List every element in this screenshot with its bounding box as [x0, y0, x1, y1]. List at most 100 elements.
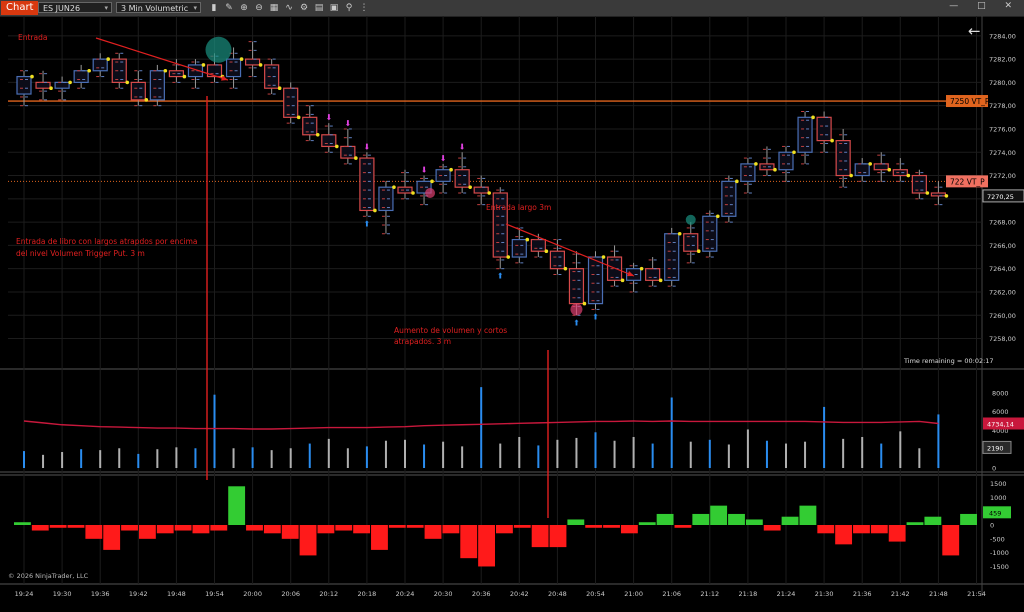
- delta-bar: [853, 525, 870, 534]
- x-tick-label: 20:48: [548, 590, 567, 598]
- poc-marker: [201, 63, 206, 67]
- x-tick-label: 20:30: [434, 590, 453, 598]
- poc-marker: [106, 57, 110, 61]
- chevron-down-icon: ▾: [193, 4, 197, 12]
- instrument-label: ES JUN26: [43, 4, 81, 13]
- interval-selector[interactable]: 3 Min Volumetric ▾: [116, 2, 201, 13]
- delta-bar: [192, 525, 210, 534]
- zoom-out-icon[interactable]: ⊖: [253, 2, 265, 14]
- poc-marker: [487, 191, 492, 195]
- more-icon[interactable]: ⋮: [358, 2, 370, 14]
- imbalance-down-marker: ⬇: [440, 154, 447, 163]
- candle-body: [549, 250, 566, 270]
- candle-body: [283, 87, 299, 118]
- volume-tick-label: 8000: [992, 389, 1009, 397]
- poc-marker: [639, 266, 644, 271]
- indicators-icon[interactable]: ∿: [283, 2, 295, 14]
- x-tick-label: 19:42: [129, 590, 148, 598]
- chart-toolbar: Chart ES JUN26 ▾ 3 Min Volumetric ▾ ▮ ✎ …: [0, 0, 1024, 17]
- candle-body: [435, 169, 451, 182]
- vt-lower-label: 722 VT_P: [950, 177, 985, 186]
- back-arrow-icon[interactable]: ←: [968, 22, 981, 40]
- delta-bar: [531, 525, 549, 548]
- y-tick-label: 7272,00: [989, 172, 1016, 180]
- y-tick-label: 7282,00: [989, 56, 1016, 64]
- chart-tab[interactable]: Chart: [1, 1, 39, 15]
- poc-marker: [373, 208, 377, 213]
- delta-bar: [674, 525, 692, 528]
- poc-marker: [49, 86, 53, 91]
- imbalance-up-marker: ⬆: [364, 219, 371, 228]
- volume-tick-label: 6000: [992, 408, 1009, 416]
- delta-bar: [442, 525, 460, 534]
- y-tick-label: 7258,00: [989, 335, 1016, 343]
- imbalance-up-marker: ⬆: [497, 272, 504, 281]
- poc-marker: [182, 74, 187, 79]
- poc-marker: [677, 231, 682, 236]
- poc-marker: [773, 167, 777, 172]
- x-tick-label: 21:48: [929, 590, 948, 598]
- delta-bar: [121, 525, 138, 531]
- poc-marker: [335, 144, 339, 149]
- delta-bar: [603, 525, 620, 528]
- candle-body: [683, 233, 699, 252]
- instrument-selector[interactable]: ES JUN26 ▾: [38, 2, 112, 13]
- poc-marker: [315, 132, 320, 137]
- delta-bar: [31, 525, 49, 531]
- draw-icon[interactable]: ✎: [223, 2, 235, 14]
- x-tick-label: 20:54: [586, 590, 605, 598]
- delta-bar: [478, 525, 495, 567]
- delta-bar: [513, 525, 531, 528]
- candle-body: [92, 58, 108, 72]
- x-tick-label: 20:42: [510, 590, 529, 598]
- candle-body: [759, 163, 775, 171]
- delta-bar: [371, 525, 388, 550]
- properties-icon[interactable]: ▦: [268, 2, 280, 14]
- poc-marker: [411, 191, 415, 195]
- poc-marker: [735, 179, 739, 184]
- candle-body: [73, 70, 89, 83]
- volume-avg-tag: 4734,14: [987, 420, 1014, 428]
- signal-circle: [425, 188, 436, 198]
- candle-body: [54, 81, 70, 89]
- chart-canvas[interactable]: ⬇ ⬇ ⬇ ⬇ ⬇ ⬇ ⬆ ⬆ ⬆ ⬆ 19:24 19:30 19:36 19:42 19:48 19:5…: [0, 16, 1024, 612]
- interval-label: 3 Min Volumetric: [121, 4, 189, 13]
- poc-marker: [544, 249, 549, 254]
- templates-icon[interactable]: ▤: [313, 2, 325, 14]
- bar-type-icon[interactable]: ▮: [208, 2, 220, 14]
- x-tick-label: 21:00: [624, 590, 643, 598]
- y-tick-label: 7266,00: [989, 242, 1016, 250]
- delta-tick-label: 1000: [990, 494, 1007, 502]
- poc-marker: [868, 162, 872, 166]
- candle-body: [225, 58, 242, 78]
- delta-bar: [210, 525, 228, 531]
- x-tick-label: 21:42: [891, 590, 910, 598]
- y-tick-label: 7280,00: [989, 79, 1016, 87]
- pin-icon[interactable]: ⚲: [343, 2, 355, 14]
- x-tick-label: 19:36: [91, 590, 110, 598]
- delta-bar: [138, 525, 156, 539]
- delta-bar: [549, 525, 567, 548]
- y-tick-label: 7262,00: [989, 288, 1016, 296]
- window-controls[interactable]: — □ ✕: [949, 1, 1020, 11]
- poc-marker: [925, 191, 930, 195]
- poc-marker: [849, 173, 853, 178]
- delta-tick-label: -500: [990, 535, 1005, 543]
- annotation-aumento-line1: Aumento de volumen y cortos: [394, 326, 507, 335]
- candle-body: [911, 174, 927, 194]
- x-tick-label: 19:30: [53, 590, 72, 598]
- x-tick-label: 20:24: [396, 590, 415, 598]
- candle-body: [35, 81, 51, 89]
- poc-marker: [525, 237, 530, 242]
- candle-body: [778, 151, 794, 171]
- candle-body: [321, 134, 337, 148]
- delta-bar: [353, 525, 371, 534]
- poc-marker: [906, 173, 911, 178]
- poc-marker: [658, 278, 663, 283]
- candle-body: [302, 116, 318, 136]
- delta-bar: [781, 516, 799, 525]
- zoom-in-icon[interactable]: ⊕: [238, 2, 250, 14]
- x-tick-label: 20:12: [319, 590, 338, 598]
- strategies-icon[interactable]: ⚙: [298, 2, 310, 14]
- data-box-icon[interactable]: ▣: [328, 2, 340, 14]
